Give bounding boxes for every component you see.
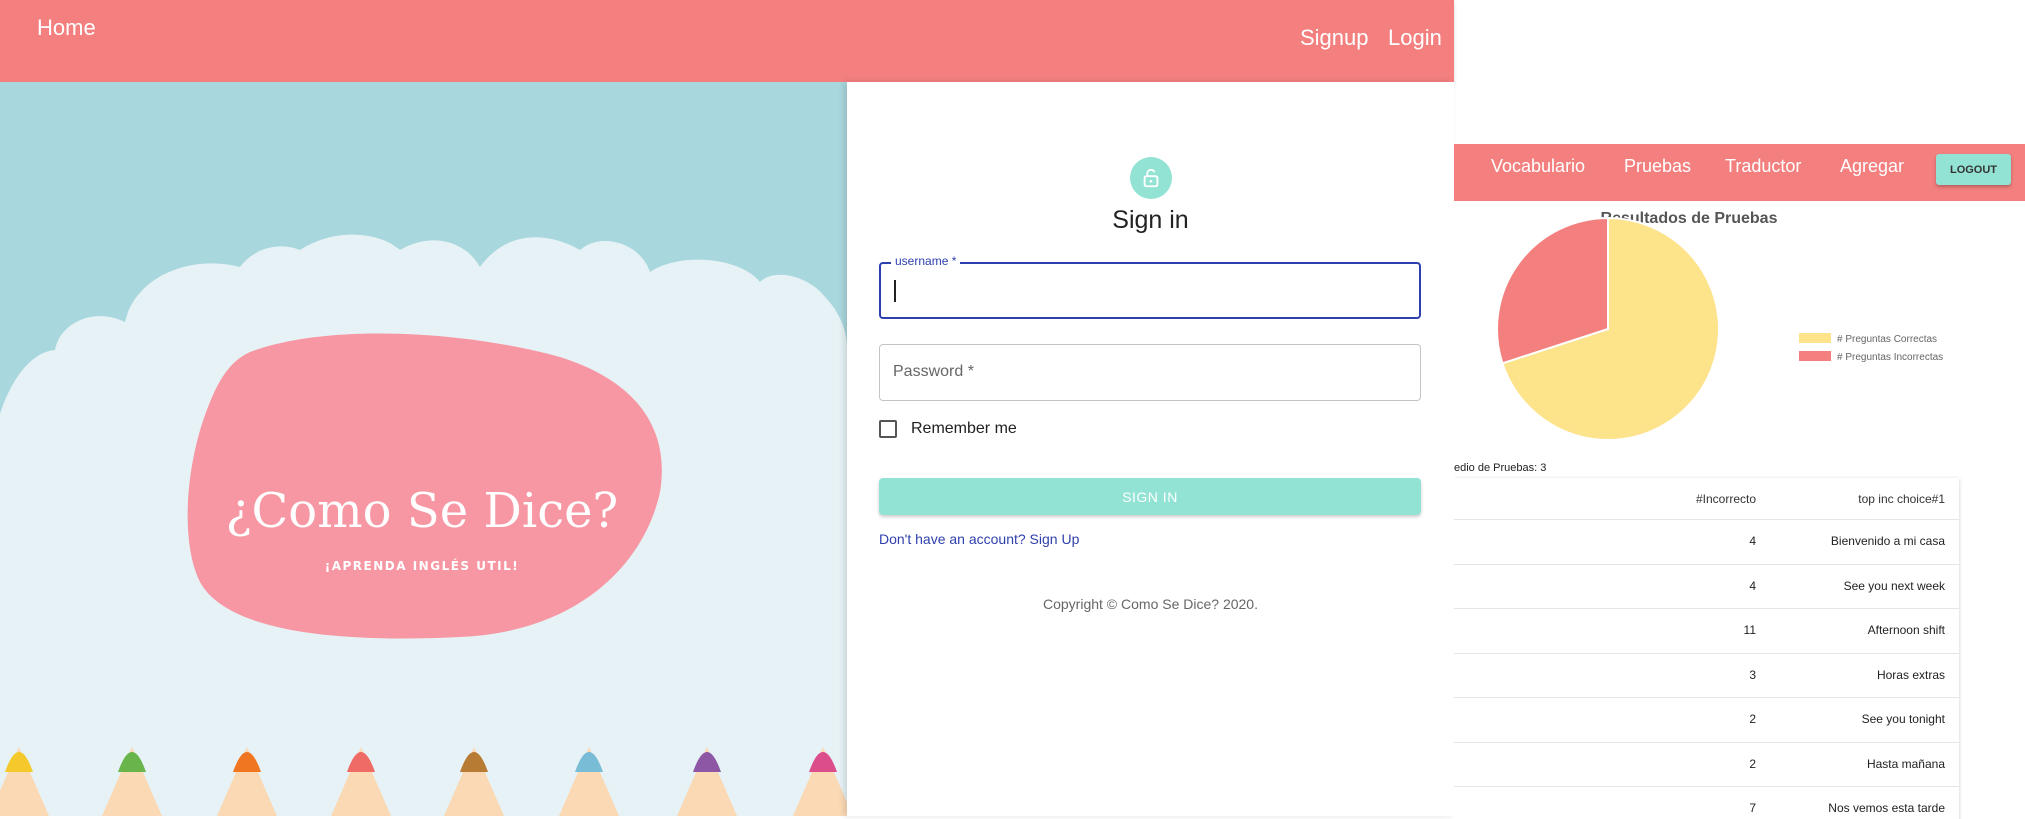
login-app-window: Home Signup Login ¿Como Se Dice? ¡APREND — [0, 0, 1454, 816]
legend-swatch-1 — [1799, 351, 1831, 361]
table-row: 11 Afternoon shift — [1454, 609, 1959, 654]
cell-top-choice: See you tonight — [1861, 712, 1945, 726]
hero-artwork: ¿Como Se Dice? ¡APRENDA INGLÉS UTIL! — [0, 82, 847, 816]
signin-title: Sign in — [1112, 206, 1189, 234]
cell-incorrect: 7 — [1749, 801, 1756, 815]
legend-label-1: # Preguntas Incorrectas — [1837, 352, 1943, 363]
table-row: 2 Hasta mañana — [1454, 743, 1959, 787]
remember-me-label: Remember me — [911, 420, 1017, 437]
logout-button[interactable]: LOGOUT — [1936, 154, 2011, 185]
top-navbar: Home Signup Login — [0, 0, 1454, 82]
cell-top-choice: Bienvenido a mi casa — [1830, 534, 1945, 548]
username-field[interactable]: username * — [879, 254, 1421, 319]
hero-illustration: ¿Como Se Dice? ¡APRENDA INGLÉS UTIL! — [0, 82, 847, 816]
password-field[interactable]: Password * — [879, 344, 1421, 401]
table-row: 4 See you next week — [1454, 565, 1959, 609]
nav-pruebas[interactable]: Pruebas — [1624, 156, 1691, 177]
username-label: username * — [891, 254, 961, 268]
table-row: 2 See you tonight — [1454, 698, 1959, 743]
nav-signup-link[interactable]: Signup — [1300, 25, 1369, 51]
nav-login-link[interactable]: Login — [1388, 25, 1442, 51]
legend-label-0: # Preguntas Correctas — [1837, 334, 1937, 345]
header-top-choice: top inc choice#1 — [1858, 492, 1945, 506]
nav-vocabulario[interactable]: Vocabulario — [1491, 156, 1585, 177]
signup-link[interactable]: Don't have an account? Sign Up — [879, 531, 1079, 547]
cell-top-choice: See you next week — [1843, 578, 1945, 593]
password-placeholder: Password * — [893, 363, 974, 380]
cell-incorrect: 4 — [1749, 534, 1756, 548]
table-row: 4 Bienvenido a mi casa — [1454, 520, 1959, 565]
summary-text: edio de Pruebas: 3 — [1454, 462, 1547, 474]
signin-panel: Sign in username * Password * Remember m… — [847, 82, 1454, 816]
cell-top-choice: Hasta mañana — [1866, 756, 1945, 771]
pie-chart: # Preguntas Correctas # Preguntas Incorre… — [1496, 216, 1943, 441]
cell-top-choice: Nos vemos esta tarde — [1828, 801, 1945, 815]
results-chart: Resultados de Pruebas # Preguntas Correc… — [1454, 201, 2025, 471]
dashboard-window: Vocabulario Pruebas Traductor Agregar LO… — [1454, 144, 2025, 819]
lock-open-icon — [1130, 157, 1172, 199]
cell-incorrect: 2 — [1749, 712, 1756, 726]
nav-traductor[interactable]: Traductor — [1725, 156, 1801, 177]
cell-top-choice: Afternoon shift — [1867, 623, 1945, 637]
cell-incorrect: 3 — [1749, 667, 1756, 682]
table-row: 7 Nos vemos esta tarde — [1454, 787, 1959, 819]
cell-incorrect: 2 — [1749, 756, 1756, 771]
text-cursor — [894, 280, 896, 302]
table-row: 3 Horas extras — [1454, 654, 1959, 698]
nav-agregar[interactable]: Agregar — [1840, 156, 1904, 177]
results-table: #Incorrecto top inc choice#1 4 Bienvenido… — [1454, 478, 1959, 819]
cell-top-choice: Horas extras — [1876, 667, 1945, 682]
hero-subtitle: ¡APRENDA INGLÉS UTIL! — [325, 558, 520, 573]
nav-home-link[interactable]: Home — [37, 15, 96, 41]
remember-me-checkbox[interactable] — [879, 420, 897, 438]
table-header: #Incorrecto top inc choice#1 — [1454, 478, 1959, 520]
cell-incorrect: 4 — [1749, 578, 1756, 593]
legend-swatch-0 — [1799, 333, 1831, 343]
signin-button[interactable]: SIGN IN — [879, 478, 1421, 515]
hero-title: ¿Como Se Dice? — [226, 483, 618, 539]
header-incorrect: #Incorrecto — [1695, 492, 1756, 506]
cell-incorrect: 11 — [1743, 623, 1756, 637]
copyright-text: Copyright © Como Se Dice? 2020. — [1043, 596, 1258, 612]
remember-me-control[interactable]: Remember me — [879, 420, 1017, 438]
table-body: 4 Bienvenido a mi casa 4 See you next week 1… — [1454, 520, 1959, 819]
dashboard-navbar: Vocabulario Pruebas Traductor Agregar LO… — [1454, 144, 2025, 201]
